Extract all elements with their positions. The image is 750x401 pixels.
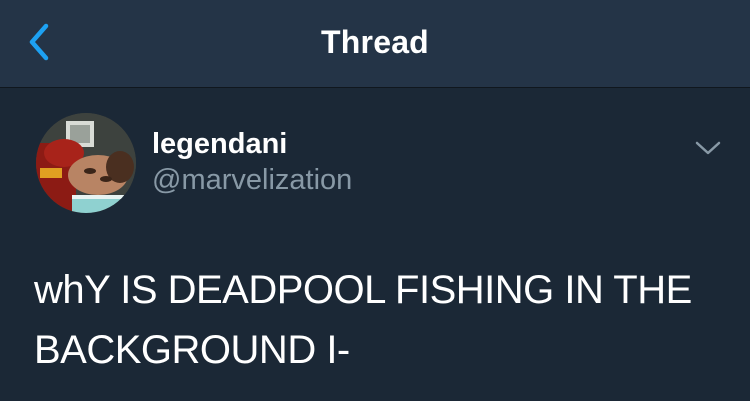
page-title: Thread (321, 24, 429, 60)
display-name[interactable]: legendani (152, 126, 287, 162)
tweet[interactable]: legendani @marvelization whY IS DEADPOOL… (0, 88, 750, 401)
more-options-button[interactable] (690, 134, 726, 162)
avatar-image (36, 113, 136, 213)
avatar[interactable] (36, 113, 136, 213)
user-handle[interactable]: @marvelization (152, 162, 352, 198)
chevron-down-icon (695, 141, 721, 155)
tweet-text: whY IS DEADPOOL FISHING IN THE BACKGROUN… (34, 268, 692, 372)
navigation-bar: Thread (0, 0, 750, 88)
thread-screen: Thread legendani @marvelization whY IS D… (0, 0, 750, 401)
